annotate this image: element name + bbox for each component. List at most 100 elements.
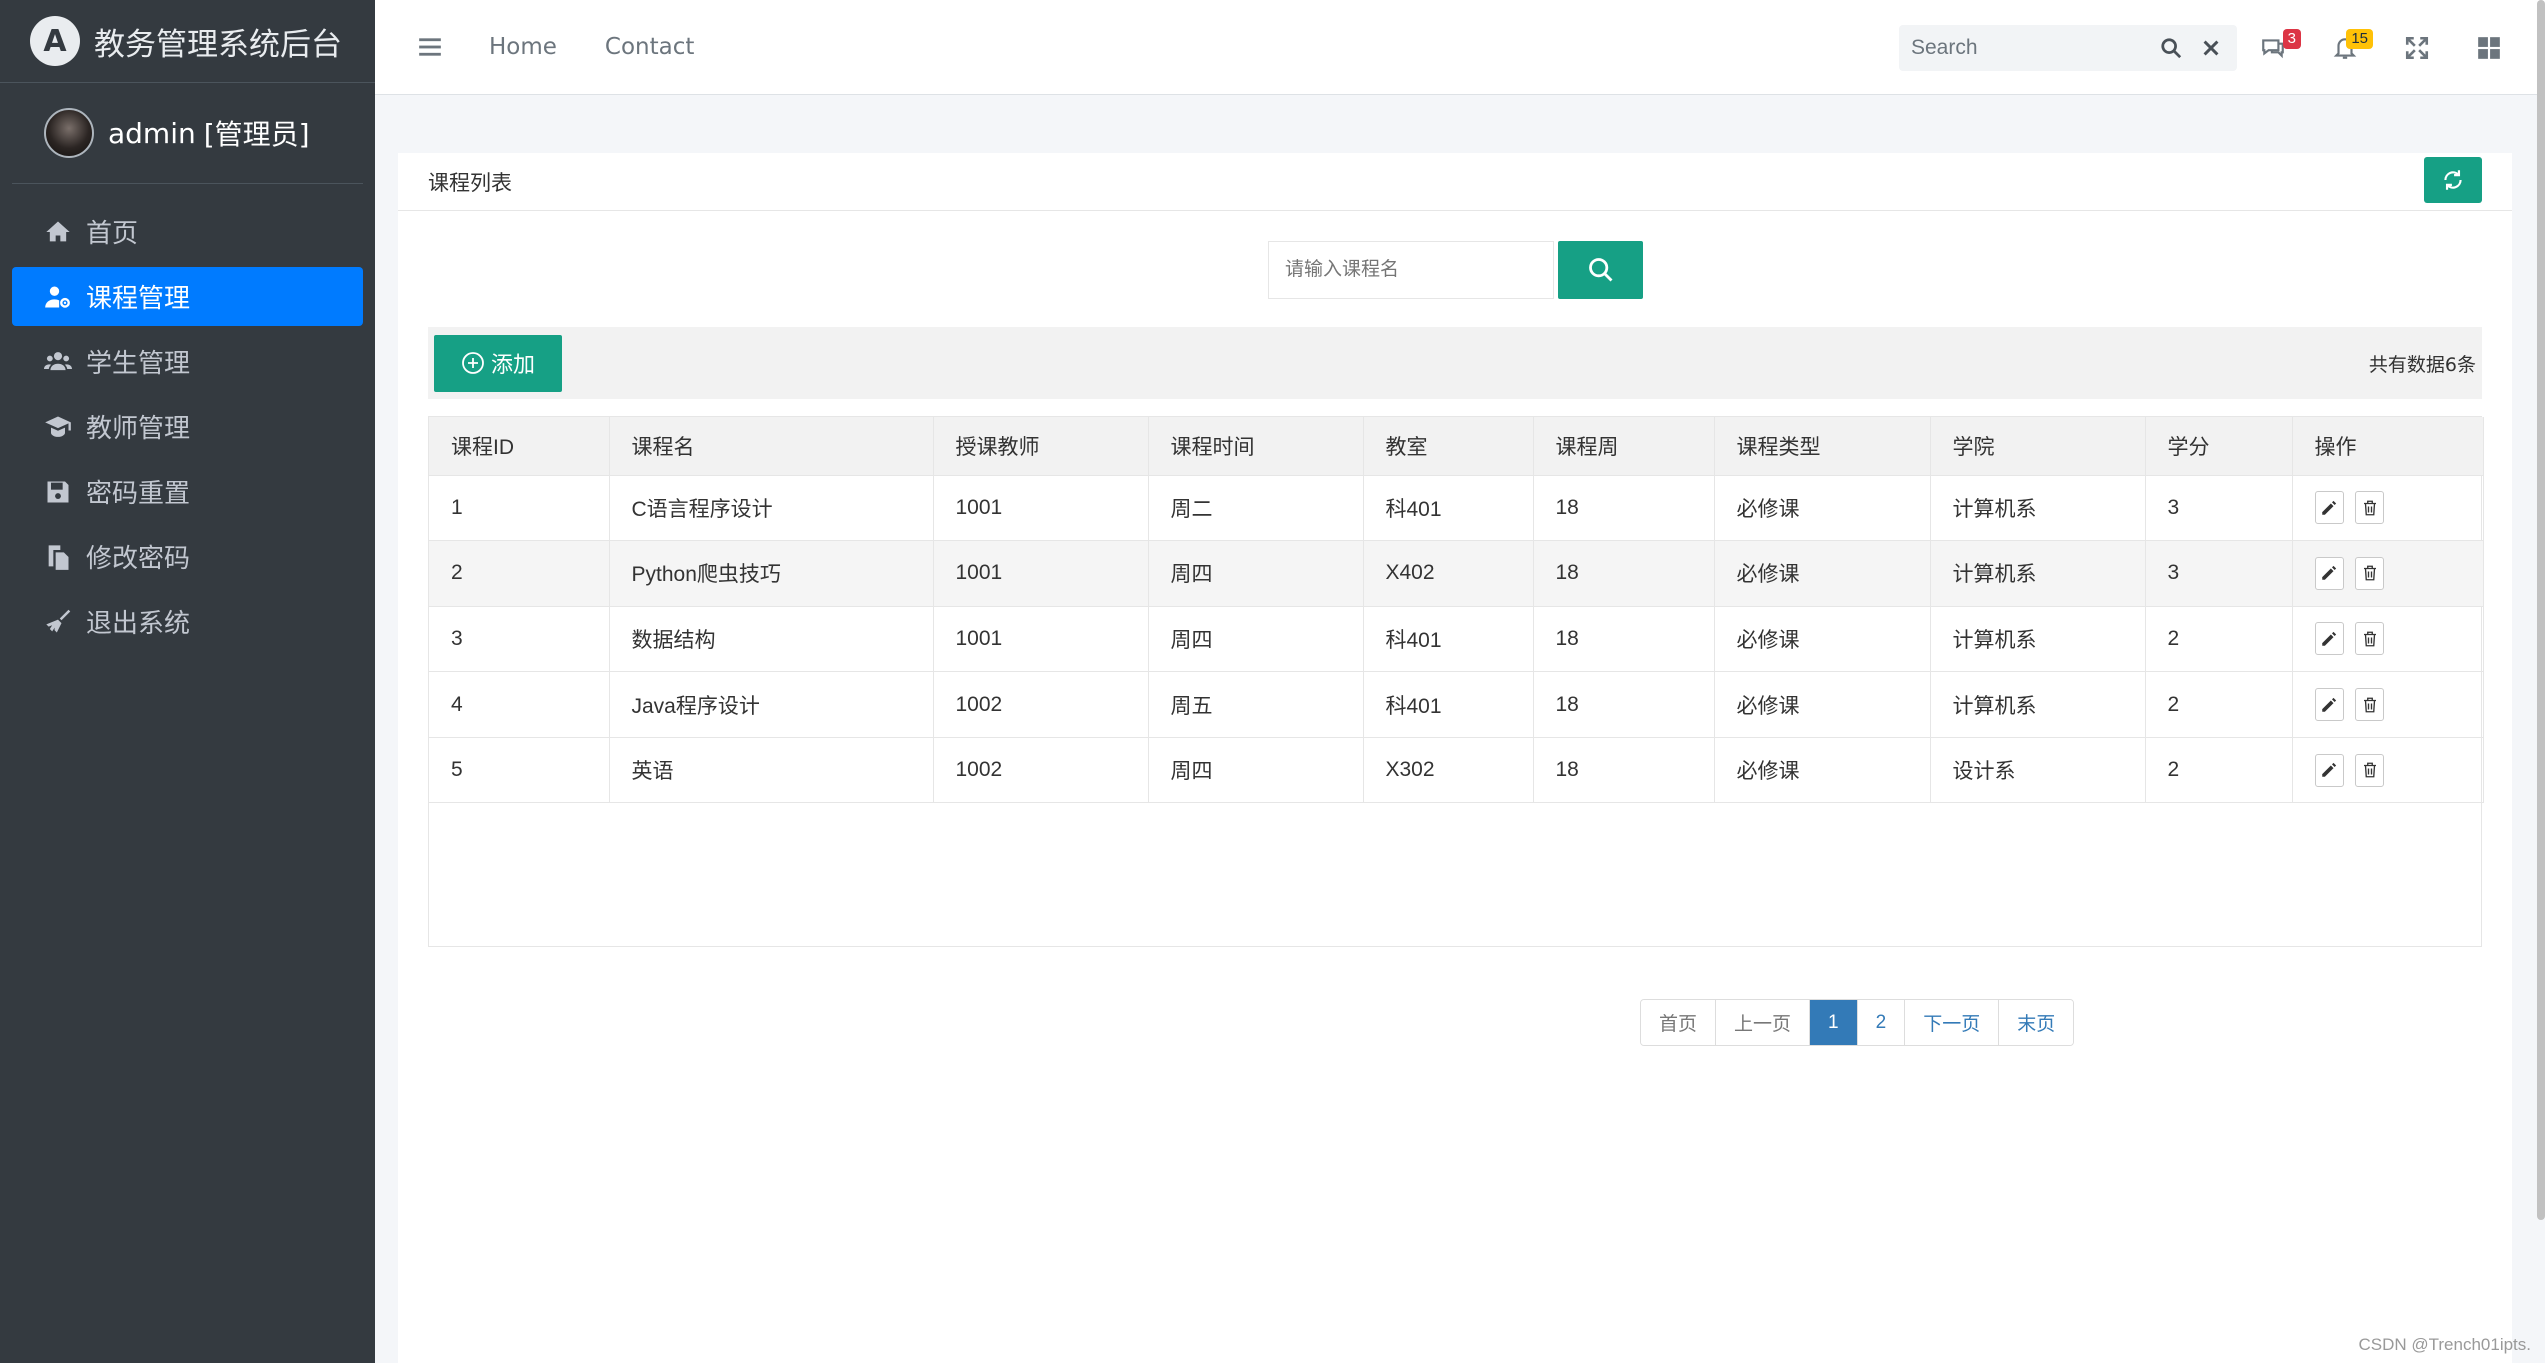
sidebar-item-students[interactable]: 学生管理	[12, 332, 363, 391]
fullscreen-icon[interactable]	[2381, 35, 2453, 61]
page-next[interactable]: 下一页	[1905, 1000, 2000, 1045]
search-icon	[1588, 258, 1612, 282]
trash-icon	[2363, 565, 2376, 581]
sidebar-item-courses[interactable]: 课程管理	[12, 267, 363, 326]
course-table-container: 课程ID 课程名 授课教师 课程时间 教室 课程周 课程类型 学院 学分 操作 …	[428, 416, 2484, 947]
column-header[interactable]: 课程时间	[1148, 417, 1364, 476]
nav-link-contact[interactable]: Contact	[605, 34, 694, 60]
trash-icon	[2363, 697, 2376, 713]
delete-button[interactable]	[2355, 622, 2385, 656]
column-header[interactable]: 课程周	[1533, 417, 1715, 476]
navbar-search	[1899, 24, 2237, 71]
table-cell: 3	[2145, 475, 2293, 542]
card-title: 课程列表	[428, 170, 512, 195]
add-course-button[interactable]: 添加	[434, 334, 562, 392]
table-cell: 2	[2145, 671, 2293, 738]
sidebar-item-home[interactable]: 首页	[12, 202, 363, 261]
table-cell: 18	[1533, 737, 1715, 804]
table-cell: 1001	[933, 606, 1149, 673]
total-count: 共有数据6条	[2368, 353, 2476, 376]
pencil-icon	[2322, 697, 2337, 712]
table-cell: 1002	[933, 671, 1149, 738]
table-row: 5 英语 1002 周四 X302 18 必修课 设计系 2	[429, 737, 2484, 804]
refresh-icon	[2444, 170, 2462, 190]
table-cell: 必修课	[1714, 475, 1931, 542]
sidebar-item-label: 课程管理	[86, 284, 191, 314]
page-number-2[interactable]: 2	[1857, 1000, 1906, 1045]
nav-link-home[interactable]: Home	[489, 34, 557, 60]
notifications-button[interactable]: 15	[2309, 28, 2381, 61]
grid-icon[interactable]	[2453, 35, 2525, 61]
page-number-1[interactable]: 1	[1810, 1000, 1858, 1045]
table-cell: 设计系	[1930, 737, 2146, 804]
table-cell: 周五	[1148, 671, 1364, 738]
close-icon[interactable]	[2191, 37, 2231, 59]
table-cell: 周四	[1148, 540, 1364, 607]
notifications-badge: 15	[2346, 28, 2373, 49]
column-header[interactable]: 学分	[2145, 417, 2293, 476]
row-actions	[2292, 475, 2484, 542]
column-header[interactable]: 课程名	[609, 417, 934, 476]
trash-icon	[2363, 762, 2376, 778]
pencil-icon	[2322, 763, 2337, 777]
avatar	[44, 108, 94, 158]
column-header[interactable]: 授课教师	[933, 417, 1149, 476]
table-cell: 1002	[933, 737, 1149, 804]
brand-link[interactable]: A 教务管理系统后台	[0, 0, 375, 83]
course-name-input[interactable]	[1268, 241, 1554, 299]
table-toolbar: 添加 共有数据6条	[428, 327, 2482, 399]
sidebar-item-label: 退出系统	[86, 609, 191, 639]
sidebar-item-logout[interactable]: 退出系统	[12, 592, 363, 651]
menu-toggle-icon[interactable]	[395, 34, 465, 60]
navbar-right: 3 15	[1899, 0, 2545, 95]
page-scrollbar[interactable]	[2537, 0, 2545, 1220]
table-cell: 1001	[933, 540, 1149, 607]
watermark: CSDN @Trench01ipts.	[2358, 1335, 2531, 1354]
table-cell: 计算机系	[1930, 671, 2146, 738]
sidebar-item-change-password[interactable]: 修改密码	[12, 527, 363, 586]
navbar-search-input[interactable]	[1911, 35, 2151, 60]
page-first[interactable]: 首页	[1641, 1000, 1717, 1045]
delete-button[interactable]	[2355, 753, 2385, 787]
column-header[interactable]: 教室	[1363, 417, 1534, 476]
pagination: 首页 上一页 1 2 下一页 末页	[1640, 999, 2075, 1046]
column-header[interactable]: 课程ID	[429, 417, 610, 476]
edit-button[interactable]	[2314, 753, 2344, 787]
table-row: 4 Java程序设计 1002 周五 科401 18 必修课 计算机系 2	[429, 671, 2484, 738]
table-header-row: 课程ID 课程名 授课教师 课程时间 教室 课程周 课程类型 学院 学分 操作	[429, 417, 2484, 476]
column-header[interactable]: 学院	[1930, 417, 2146, 476]
delete-button[interactable]	[2355, 688, 2385, 722]
delete-button[interactable]	[2355, 556, 2385, 590]
messages-badge: 3	[2282, 28, 2301, 49]
column-header[interactable]: 课程类型	[1714, 417, 1931, 476]
search-icon[interactable]	[2151, 37, 2191, 59]
card-header: 课程列表	[398, 153, 2512, 211]
table-cell: 科401	[1363, 606, 1534, 673]
table-cell: 1001	[933, 475, 1149, 542]
sidebar-nav: 首页 课程管理 学生管理 教师管理 密码重置 修改密码 退出系统	[0, 202, 375, 651]
table-row: 3 数据结构 1001 周四 科401 18 必修课 计算机系 2	[429, 606, 2484, 673]
table-cell: 必修课	[1714, 540, 1931, 607]
table-cell: 2	[429, 540, 610, 607]
edit-button[interactable]	[2314, 688, 2344, 722]
column-header[interactable]: 操作	[2292, 417, 2484, 476]
user-name[interactable]: admin	[108, 117, 196, 150]
table-cell: 2	[2145, 737, 2293, 804]
page-last[interactable]: 末页	[1999, 1000, 2074, 1045]
page-prev[interactable]: 上一页	[1716, 1000, 1811, 1045]
sidebar-item-teachers[interactable]: 教师管理	[12, 397, 363, 456]
table-cell: 科401	[1363, 475, 1534, 542]
table-cell: 计算机系	[1930, 540, 2146, 607]
table-cell: 2	[2145, 606, 2293, 673]
edit-button[interactable]	[2314, 491, 2344, 525]
table-row: 2 Python爬虫技巧 1001 周四 X402 18 必修课 计算机系 3	[429, 540, 2484, 607]
table-cell: C语言程序设计	[609, 475, 934, 542]
course-search-button[interactable]	[1558, 241, 1643, 299]
sidebar-item-reset-password[interactable]: 密码重置	[12, 462, 363, 521]
refresh-button[interactable]	[2424, 157, 2482, 203]
plus-circle-icon	[462, 352, 484, 374]
messages-button[interactable]: 3	[2237, 28, 2309, 61]
delete-button[interactable]	[2355, 491, 2385, 525]
edit-button[interactable]	[2314, 556, 2344, 590]
edit-button[interactable]	[2314, 622, 2344, 656]
